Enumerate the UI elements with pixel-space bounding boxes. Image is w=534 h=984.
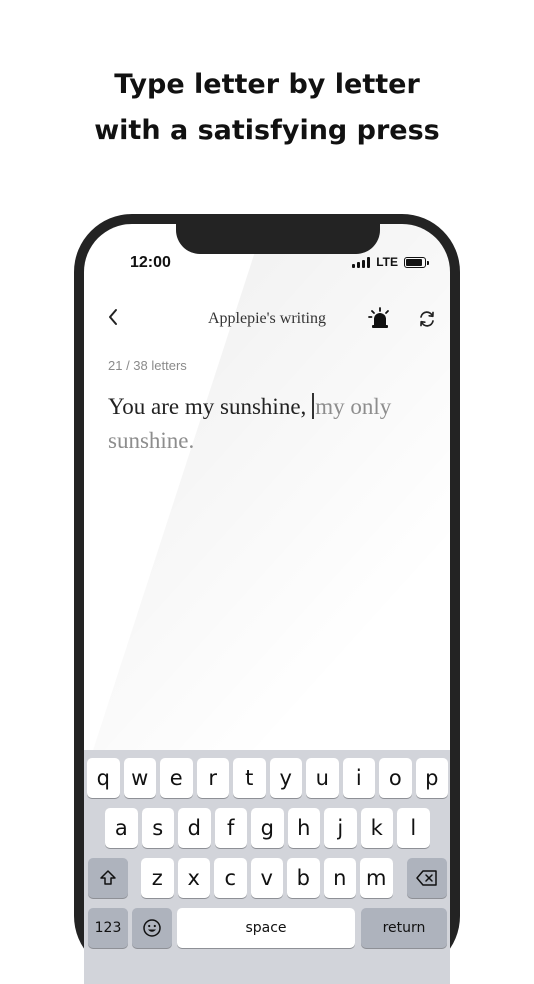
key-g[interactable]: g xyxy=(251,808,284,848)
key-d[interactable]: d xyxy=(178,808,211,848)
emoji-key[interactable] xyxy=(132,908,172,948)
refresh-button[interactable] xyxy=(416,308,438,330)
network-label: LTE xyxy=(376,255,398,269)
key-e[interactable]: e xyxy=(160,758,193,798)
alarm-siren-icon xyxy=(368,307,389,328)
key-r[interactable]: r xyxy=(196,758,229,798)
key-i[interactable]: i xyxy=(342,758,375,798)
key-f[interactable]: f xyxy=(214,808,247,848)
key-k[interactable]: k xyxy=(360,808,393,848)
backspace-icon xyxy=(416,870,437,886)
key-s[interactable]: s xyxy=(141,808,174,848)
status-time: 12:00 xyxy=(130,254,171,271)
keyboard: qwertyuiop asdfghjkl zxcvbnm 123 space r… xyxy=(84,750,450,984)
keyboard-row-3: zxcvbnm xyxy=(84,858,450,898)
space-key[interactable]: space xyxy=(177,908,355,948)
phone-notch xyxy=(176,224,380,254)
key-q[interactable]: q xyxy=(87,758,120,798)
status-indicators: LTE xyxy=(352,255,429,269)
page-title: Applepie's writing xyxy=(208,310,326,327)
signal-icon xyxy=(352,256,371,268)
battery-icon xyxy=(404,256,429,268)
key-x[interactable]: x xyxy=(177,858,210,898)
key-a[interactable]: a xyxy=(105,808,138,848)
refresh-icon xyxy=(420,311,434,327)
key-z[interactable]: z xyxy=(141,858,174,898)
key-p[interactable]: p xyxy=(415,758,448,798)
key-y[interactable]: y xyxy=(269,758,302,798)
typing-area[interactable]: You are my sunshine, my only sunshine. xyxy=(108,390,428,458)
shift-icon xyxy=(100,870,116,885)
headline-line-1: Type letter by letter xyxy=(114,69,420,100)
text-cursor xyxy=(312,393,315,419)
key-n[interactable]: n xyxy=(323,858,356,898)
key-v[interactable]: v xyxy=(250,858,283,898)
keyboard-row-2: asdfghjkl xyxy=(84,808,450,848)
emoji-icon xyxy=(143,919,161,937)
typed-text: You are my sunshine, xyxy=(108,394,307,419)
delete-key[interactable] xyxy=(407,858,447,898)
key-j[interactable]: j xyxy=(324,808,357,848)
key-o[interactable]: o xyxy=(379,758,412,798)
key-b[interactable]: b xyxy=(287,858,320,898)
numbers-key[interactable]: 123 xyxy=(88,908,128,948)
key-u[interactable]: u xyxy=(306,758,339,798)
shift-key[interactable] xyxy=(88,858,128,898)
key-c[interactable]: c xyxy=(214,858,247,898)
key-h[interactable]: h xyxy=(287,808,320,848)
phone-screen: 12:00 LTE Applepie's writing 21 / 38 let… xyxy=(84,224,450,984)
key-m[interactable]: m xyxy=(360,858,393,898)
return-key[interactable]: return xyxy=(361,908,447,948)
phone-frame: 12:00 LTE Applepie's writing 21 / 38 let… xyxy=(74,214,460,984)
headline: Type letter by letter with a satisfying … xyxy=(0,62,534,154)
key-l[interactable]: l xyxy=(397,808,430,848)
key-w[interactable]: w xyxy=(123,758,156,798)
key-t[interactable]: t xyxy=(233,758,266,798)
keyboard-row-1: qwertyuiop xyxy=(84,758,450,798)
keyboard-row-4: 123 space return xyxy=(84,908,450,948)
headline-line-2: with a satisfying press xyxy=(94,115,440,146)
letter-counter: 21 / 38 letters xyxy=(108,358,187,373)
alarm-button[interactable] xyxy=(368,306,392,330)
